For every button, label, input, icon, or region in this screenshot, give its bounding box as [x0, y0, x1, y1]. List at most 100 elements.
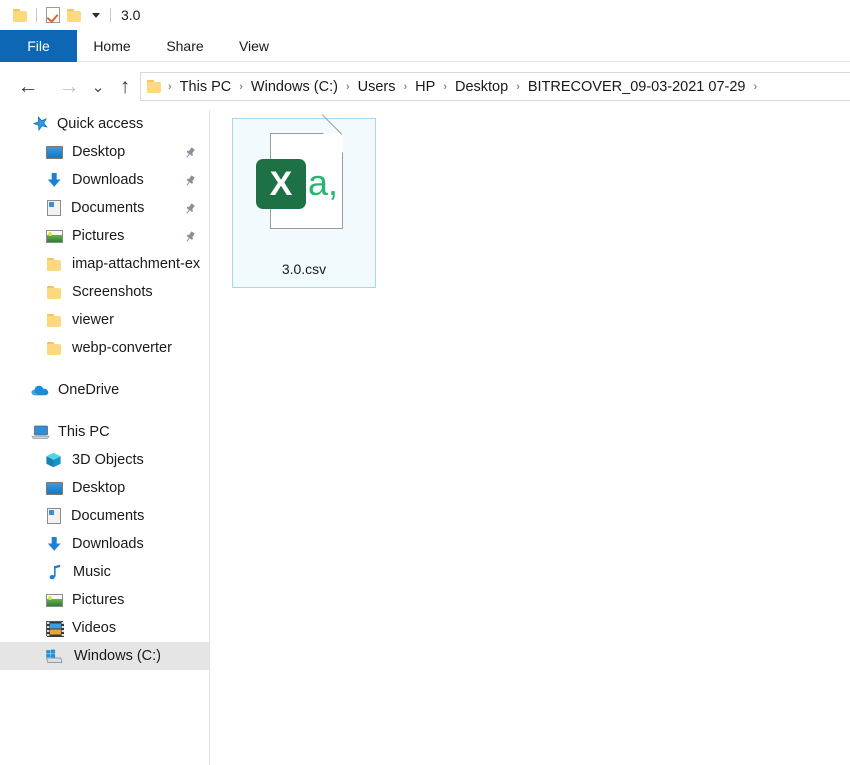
breadcrumb-separator: ›	[345, 80, 350, 93]
qat-separator	[36, 8, 37, 22]
breadcrumb-item-bitrecover[interactable]: BITRECOVER_09-03-2021 07-29	[524, 79, 750, 95]
up-button[interactable]: ↑	[110, 63, 140, 110]
sidebar-item-label: webp-converter	[72, 340, 172, 356]
sidebar-item-documents[interactable]: Documents	[0, 194, 209, 222]
breadcrumb-item-this-pc[interactable]: This PC	[176, 79, 236, 95]
desktop-icon	[46, 481, 63, 495]
sidebar-item-desktop[interactable]: Desktop	[0, 138, 209, 166]
page-fold-corner	[323, 133, 343, 153]
sidebar-group-label: Quick access	[57, 116, 144, 132]
folder-icon	[47, 285, 62, 299]
title-separator	[110, 8, 111, 22]
breadcrumb-item-hp[interactable]: HP	[411, 79, 439, 95]
breadcrumb-separator: ›	[239, 80, 243, 93]
file-item-csv[interactable]: X a, 3.0.csv	[232, 114, 376, 288]
tab-file[interactable]: File	[0, 30, 77, 62]
chevron-down-icon[interactable]	[92, 12, 100, 18]
sidebar-item-screenshots[interactable]: Screenshots	[0, 278, 209, 306]
music-icon	[48, 564, 63, 580]
sidebar-item-label: imap-attachment-ex	[72, 256, 201, 272]
sidebar-item-label: Screenshots	[72, 284, 153, 300]
pin-icon[interactable]	[184, 146, 196, 158]
sidebar-item-label: viewer	[72, 312, 114, 328]
navigation-pane[interactable]: Quick access Desktop Downloads Documents…	[0, 110, 210, 765]
address-folder-icon	[147, 80, 162, 93]
pictures-icon	[46, 229, 63, 243]
sidebar-item-pictures-pc[interactable]: Pictures	[0, 586, 209, 614]
tab-share[interactable]: Share	[149, 30, 221, 62]
sidebar-item-videos[interactable]: Videos	[0, 614, 209, 642]
sidebar-group-quick-access[interactable]: Quick access	[0, 110, 209, 138]
drive-icon	[44, 649, 63, 664]
sidebar-item-music[interactable]: Music	[0, 558, 209, 586]
sidebar-item-desktop-pc[interactable]: Desktop	[0, 474, 209, 502]
csv-excel-icon: X a,	[256, 114, 352, 253]
new-folder-icon[interactable]	[67, 8, 82, 22]
sidebar-item-windows-c[interactable]: Windows (C:)	[0, 642, 209, 670]
pin-icon[interactable]	[184, 174, 196, 186]
forward-icon: →	[58, 75, 80, 98]
breadcrumb-separator: ›	[443, 80, 447, 93]
download-icon	[46, 536, 63, 552]
tab-view[interactable]: View	[222, 30, 286, 62]
file-list-view[interactable]: X a, 3.0.csv	[211, 110, 850, 765]
sidebar-item-label: Pictures	[72, 592, 125, 608]
forward-button[interactable]: →	[51, 63, 87, 110]
pin-icon[interactable]	[184, 202, 196, 214]
folder-icon	[47, 341, 62, 355]
desktop-icon	[46, 145, 63, 159]
documents-icon	[47, 508, 61, 524]
sidebar-group-onedrive[interactable]: OneDrive	[0, 376, 209, 404]
sidebar-item-viewer[interactable]: viewer	[0, 306, 209, 334]
videos-icon	[46, 620, 64, 637]
star-icon	[32, 116, 49, 132]
sidebar-group-this-pc[interactable]: This PC	[0, 418, 209, 446]
back-icon: ←	[17, 75, 39, 98]
sidebar-item-downloads[interactable]: Downloads	[0, 166, 209, 194]
sidebar-item-documents-pc[interactable]: Documents	[0, 502, 209, 530]
sidebar-group-label: OneDrive	[58, 382, 120, 398]
breadcrumb-separator: ›	[403, 80, 408, 93]
pin-icon[interactable]	[184, 230, 196, 242]
sidebar-item-3d-objects[interactable]: 3D Objects	[0, 446, 209, 474]
sidebar-item-label: Desktop	[72, 144, 126, 160]
ribbon-tab-bar: File Home Share View	[0, 30, 850, 62]
pc-icon	[31, 425, 50, 440]
chevron-down-icon: ⌄	[91, 78, 105, 96]
folder-icon	[47, 257, 62, 271]
documents-icon	[47, 200, 61, 216]
properties-icon[interactable]	[46, 7, 60, 23]
window-title: 3.0	[121, 7, 141, 23]
page-fold-line	[321, 114, 343, 135]
sidebar-item-webp-converter[interactable]: webp-converter	[0, 334, 209, 362]
sidebar-item-label: Pictures	[72, 228, 125, 244]
up-arrow-icon: ↑	[119, 75, 131, 98]
tab-home[interactable]: Home	[77, 30, 147, 62]
cloud-icon	[31, 383, 50, 397]
sidebar-item-label: 3D Objects	[72, 452, 144, 468]
sidebar-item-imap-attachment[interactable]: imap-attachment-ex	[0, 250, 209, 278]
sidebar-item-label: Downloads	[72, 536, 144, 552]
breadcrumb-item-windows-c[interactable]: Windows (C:)	[247, 79, 342, 95]
breadcrumb-item-desktop[interactable]: Desktop	[451, 79, 512, 95]
sidebar-group-label: This PC	[58, 424, 110, 440]
title-bar: 3.0	[0, 0, 850, 30]
folder-icon[interactable]	[13, 8, 28, 22]
sidebar-item-label: Music	[73, 564, 111, 580]
back-button[interactable]: ←	[10, 63, 46, 110]
sidebar-item-pictures[interactable]: Pictures	[0, 222, 209, 250]
breadcrumb-item-users[interactable]: Users	[354, 79, 400, 95]
sidebar-item-downloads-pc[interactable]: Downloads	[0, 530, 209, 558]
breadcrumb-separator: ›	[168, 80, 172, 93]
csv-comma-glyph: a,	[308, 162, 339, 203]
excel-badge: X	[256, 159, 306, 209]
pictures-icon	[46, 593, 63, 607]
sidebar-item-label: Windows (C:)	[74, 648, 162, 664]
sidebar-item-label: Documents	[71, 200, 145, 216]
address-bar[interactable]: › This PC › Windows (C:) › Users › HP › …	[140, 72, 850, 101]
sidebar-item-label: Documents	[71, 508, 145, 524]
recent-locations-button[interactable]: ⌄	[85, 63, 111, 110]
3d-objects-icon	[45, 452, 62, 468]
